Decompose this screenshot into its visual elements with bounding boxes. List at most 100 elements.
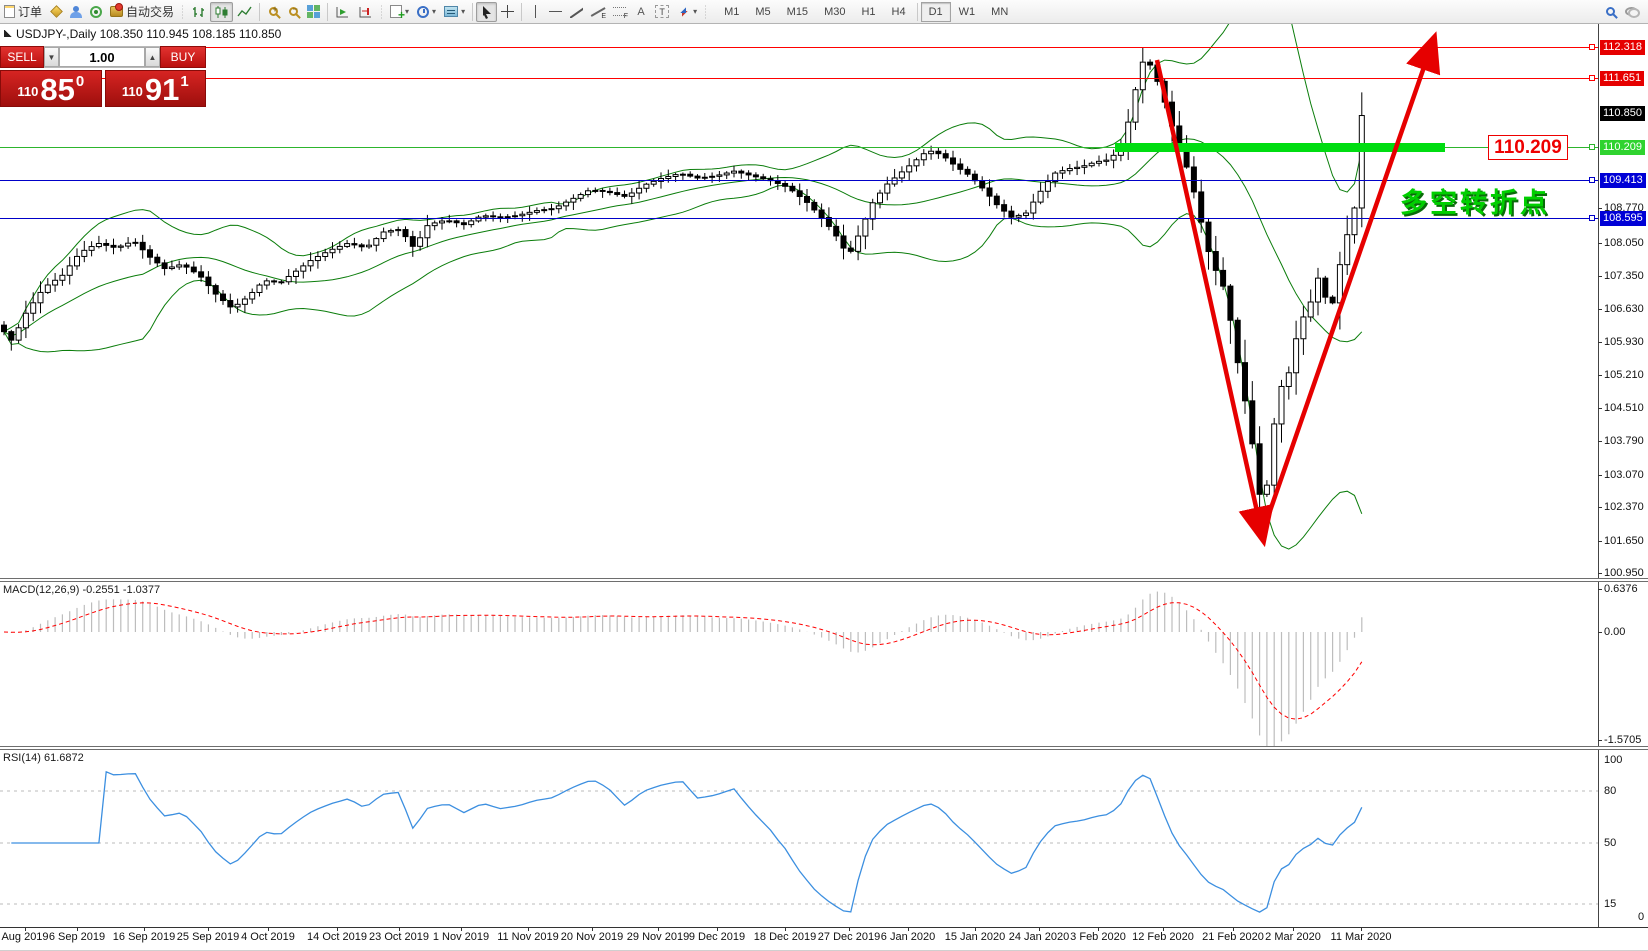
toolbar-drag-handle: [379, 4, 384, 20]
level-line-handle[interactable]: [1589, 177, 1595, 183]
template-icon: [444, 6, 458, 17]
fibonacci-tool-button[interactable]: [609, 2, 631, 22]
text-tool-button[interactable]: A: [631, 2, 651, 22]
date-tick-mark: [77, 927, 78, 931]
buy-price-big: 91: [145, 75, 179, 105]
text-label-icon: T: [655, 5, 669, 18]
text-label-tool-button[interactable]: T: [651, 2, 673, 22]
date-tick-mark: [1098, 927, 1099, 931]
level-line-108.595[interactable]: [0, 218, 1598, 219]
chat-icon[interactable]: [1625, 7, 1638, 16]
tile-windows-button[interactable]: [303, 2, 324, 22]
channel-tool-button[interactable]: [587, 2, 609, 22]
macd-tick-mark: [1598, 740, 1602, 741]
level-line-handle[interactable]: [1589, 215, 1595, 221]
sell-price-main: 110: [17, 84, 38, 99]
level-line-handle[interactable]: [1589, 44, 1595, 50]
zoom-out-button[interactable]: −: [283, 2, 303, 22]
level-line-handle[interactable]: [1589, 144, 1595, 150]
horizontal-line-icon: [549, 11, 562, 12]
timeframe-m30[interactable]: M30: [816, 2, 853, 22]
new-order-button[interactable]: 订单: [0, 2, 46, 22]
chart-shift-button[interactable]: [354, 2, 377, 22]
date-tick-mark: [785, 927, 786, 931]
rsi-scale-50: 50: [1604, 836, 1616, 850]
pane-separator-macd[interactable]: [0, 578, 1648, 582]
arrows-tool-button[interactable]: ▾: [673, 2, 701, 22]
horizontal-line-tool-button[interactable]: [545, 2, 566, 22]
date-label: 23 Oct 2019: [369, 931, 429, 943]
zoom-out-icon: −: [289, 7, 298, 16]
sell-button[interactable]: SELL: [0, 46, 44, 68]
support-highlight-bar[interactable]: [1115, 143, 1445, 152]
rsi-scale-80: 80: [1604, 784, 1616, 798]
level-line-109.413[interactable]: [0, 180, 1598, 181]
badge-icon: [50, 5, 63, 18]
timeframe-h4[interactable]: H4: [884, 2, 914, 22]
level-line-handle[interactable]: [1589, 75, 1595, 81]
volume-decrease-button[interactable]: ▼: [44, 47, 59, 67]
buy-price-button[interactable]: 110 91 1: [105, 70, 207, 107]
period-button[interactable]: ▾: [413, 2, 440, 22]
timeframe-m1[interactable]: M1: [716, 2, 747, 22]
bar-chart-mode-button[interactable]: [187, 2, 210, 22]
timeframe-m15[interactable]: M15: [779, 2, 816, 22]
rsi-scale-100: 100: [1604, 753, 1622, 767]
level-line-112.318[interactable]: [0, 47, 1598, 48]
auto-scroll-button[interactable]: [331, 2, 354, 22]
macd-pane-canvas[interactable]: [0, 582, 1598, 746]
timeframe-h1[interactable]: H1: [853, 2, 883, 22]
signals-button[interactable]: [86, 2, 106, 22]
community-button[interactable]: [66, 2, 86, 22]
sell-price-button[interactable]: 110 85 0: [0, 70, 102, 107]
candlestick-icon: [214, 5, 229, 19]
dropdown-caret-icon: ▾: [432, 8, 436, 16]
toolbar: 订单 自动交易 + − ▾ ▾ ▾: [0, 0, 1648, 24]
turning-point-annotation[interactable]: 多空转折点: [1400, 181, 1550, 220]
candlestick-mode-button[interactable]: [210, 2, 233, 22]
volume-input[interactable]: 1.00: [59, 47, 145, 67]
main-chart-canvas[interactable]: [0, 24, 1598, 578]
rsi-pane-canvas[interactable]: [0, 750, 1598, 927]
date-label: 14 Oct 2019: [307, 931, 367, 943]
date-tick-mark: [268, 927, 269, 931]
level-line-111.651[interactable]: [0, 78, 1598, 79]
timeframe-w1[interactable]: W1: [951, 2, 984, 22]
date-label: 16 Sep 2019: [113, 931, 175, 943]
vertical-line-tool-button[interactable]: [525, 2, 545, 22]
pane-separator-rsi[interactable]: [0, 746, 1648, 750]
template-button[interactable]: ▾: [440, 2, 469, 22]
autotrading-button[interactable]: 自动交易: [106, 2, 178, 22]
date-label: 25 Sep 2019: [177, 931, 239, 943]
new-order-icon: [4, 5, 15, 18]
price-badge-112.318: 112.318: [1600, 40, 1645, 55]
mql5-badge-button[interactable]: [46, 2, 66, 22]
chart-window-icon: [4, 30, 12, 37]
new-chart-button[interactable]: ▾: [386, 2, 413, 22]
price-tick-108.050: 108.050: [1604, 236, 1644, 250]
timeframe-m5[interactable]: M5: [747, 2, 778, 22]
macd-indicator-label: MACD(12,26,9) -0.2551 -1.0377: [3, 584, 160, 596]
line-chart-mode-button[interactable]: [233, 2, 256, 22]
sell-price-sup: 0: [76, 73, 84, 90]
price-tick-mark: [1598, 408, 1602, 409]
price-tick-105.210: 105.210: [1604, 368, 1644, 382]
date-label: 29 Nov 2019: [627, 931, 689, 943]
new-chart-icon: [390, 5, 402, 18]
toolbar-drag-handle: [180, 4, 185, 20]
buy-button[interactable]: BUY: [160, 46, 206, 68]
zoom-in-button[interactable]: +: [263, 2, 283, 22]
tile-windows-icon: [307, 5, 320, 18]
chart-shift-icon: [358, 5, 373, 19]
level-price-callout[interactable]: 110.209: [1488, 135, 1568, 160]
price-badge-108.595: 108.595: [1600, 211, 1646, 226]
crosshair-tool-button[interactable]: [497, 2, 518, 22]
search-icon[interactable]: [1606, 7, 1615, 16]
cursor-tool-button[interactable]: [476, 2, 497, 22]
timeframe-mn[interactable]: MN: [983, 2, 1016, 22]
trendline-tool-button[interactable]: [566, 2, 587, 22]
one-click-trading-panel: SELL ▼ 1.00 ▲ BUY 110 85 0 110 91 1: [0, 46, 206, 107]
volume-increase-button[interactable]: ▲: [145, 47, 160, 67]
timeframe-d1[interactable]: D1: [921, 2, 951, 22]
price-tick-104.510: 104.510: [1604, 401, 1644, 415]
